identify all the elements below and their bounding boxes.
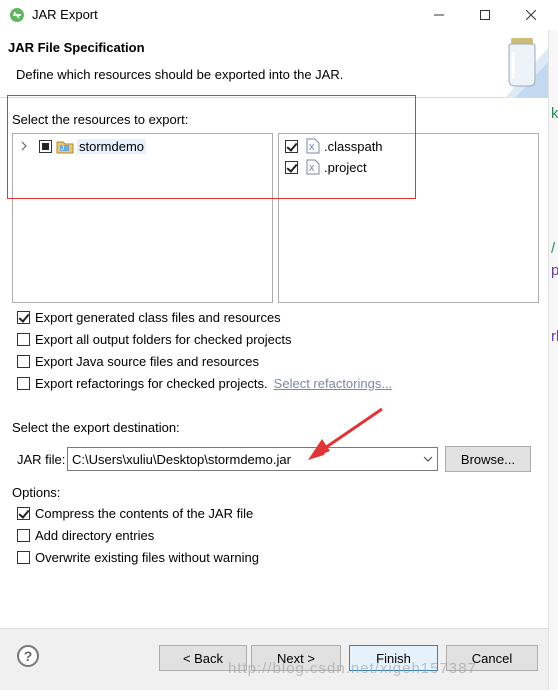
overwrite-checkbox[interactable]: [17, 550, 30, 564]
file-item-classpath[interactable]: X .classpath: [285, 136, 383, 156]
project-tree-panel[interactable]: J stormdemo: [12, 133, 273, 303]
title-bar: JAR Export: [0, 0, 558, 30]
file-checkbox[interactable]: [285, 139, 298, 153]
xml-file-icon: X: [306, 138, 320, 154]
tree-item-stormdemo[interactable]: J stormdemo: [19, 136, 147, 156]
option-label: Export refactorings for checked projects…: [35, 375, 268, 391]
export-class-files-checkbox[interactable]: [17, 310, 30, 324]
xml-file-icon: X: [306, 159, 320, 175]
close-button[interactable]: [508, 0, 554, 30]
eclipse-app-icon: [10, 8, 24, 22]
file-checkbox[interactable]: [285, 160, 298, 174]
wizard-header: JAR File Specification Define which reso…: [0, 30, 548, 98]
jar-wizard-icon: [505, 38, 548, 98]
svg-text:J: J: [61, 146, 64, 152]
chevron-down-icon[interactable]: [423, 455, 433, 463]
tree-item-checkbox[interactable]: [39, 139, 52, 153]
minimize-icon: [434, 14, 444, 16]
option-label: Export Java source files and resources: [35, 353, 259, 369]
select-refactorings-link[interactable]: Select refactorings...: [274, 376, 393, 391]
export-refactorings-checkbox[interactable]: [17, 376, 30, 390]
option-add-directory-entries[interactable]: Add directory entries: [17, 525, 154, 545]
file-label: .classpath: [324, 138, 383, 154]
jar-file-input[interactable]: C:\Users\xuliu\Desktop\stormdemo.jar: [72, 452, 291, 467]
chevron-right-icon[interactable]: [19, 141, 29, 151]
svg-text:X: X: [309, 143, 315, 152]
annotation-arrow-icon: [308, 407, 383, 460]
watermark-text: http://blog.csdn.net/xigeh157387: [228, 660, 477, 677]
maximize-button[interactable]: [462, 0, 508, 30]
jar-file-label: JAR file:: [17, 452, 66, 467]
compress-checkbox[interactable]: [17, 506, 30, 520]
option-label: Export generated class files and resourc…: [35, 309, 281, 325]
option-label: Overwrite existing files without warning: [35, 549, 259, 565]
option-compress[interactable]: Compress the contents of the JAR file: [17, 503, 253, 523]
add-directory-entries-checkbox[interactable]: [17, 528, 30, 542]
tree-item-label: stormdemo: [77, 138, 147, 154]
options-label: Options:: [12, 485, 61, 500]
option-export-java-source[interactable]: Export Java source files and resources: [17, 351, 259, 371]
maximize-icon: [480, 10, 490, 20]
option-label: Export all output folders for checked pr…: [35, 331, 292, 347]
export-java-source-checkbox[interactable]: [17, 354, 30, 368]
file-label: .project: [324, 159, 367, 175]
java-project-icon: J: [56, 141, 74, 154]
file-item-project[interactable]: X .project: [285, 157, 367, 177]
background-editor-strip: k / p rb: [548, 30, 558, 690]
destination-label: Select the export destination:: [12, 420, 180, 435]
header-description: Define which resources should be exporte…: [16, 67, 344, 82]
svg-text:X: X: [309, 164, 315, 173]
browse-button[interactable]: Browse...: [445, 446, 531, 472]
option-label: Compress the contents of the JAR file: [35, 505, 254, 521]
header-title: JAR File Specification: [8, 40, 145, 55]
option-export-refactorings[interactable]: Export refactorings for checked projects…: [17, 373, 392, 393]
window-title: JAR Export: [32, 7, 98, 22]
export-output-folders-checkbox[interactable]: [17, 332, 30, 346]
close-icon: [526, 10, 536, 20]
file-list-panel[interactable]: X .classpath X .project: [278, 133, 539, 303]
option-overwrite[interactable]: Overwrite existing files without warning: [17, 547, 259, 567]
resources-label: Select the resources to export:: [12, 112, 189, 127]
option-export-class-files[interactable]: Export generated class files and resourc…: [17, 307, 281, 327]
help-icon[interactable]: ?: [17, 645, 39, 667]
minimize-button[interactable]: [416, 0, 462, 30]
option-label: Add directory entries: [35, 527, 155, 543]
option-export-output-folders[interactable]: Export all output folders for checked pr…: [17, 329, 292, 349]
